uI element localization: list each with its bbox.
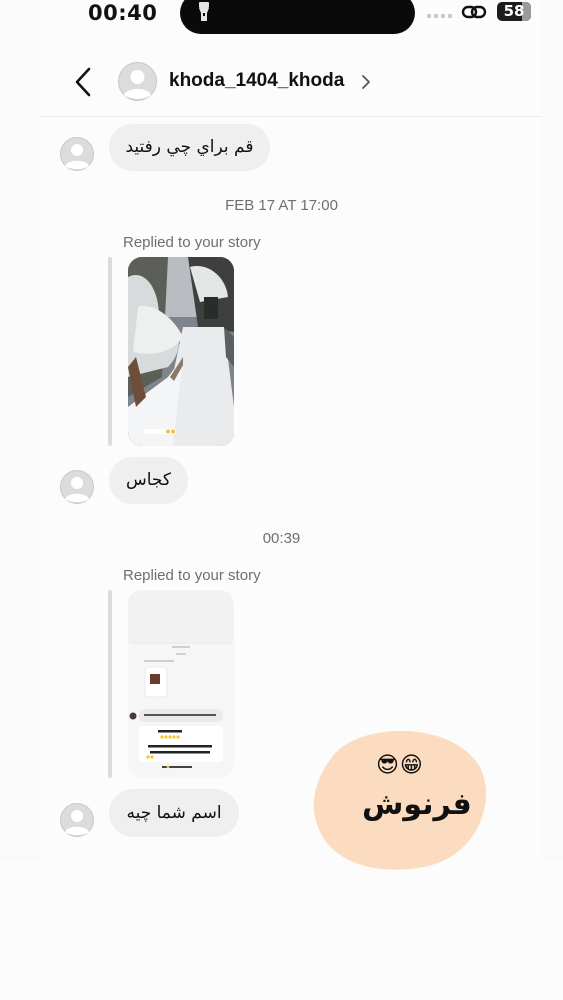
chat-screen: 00:40 58 khoda_1404_khoda قم براي چي رفت… <box>0 0 563 1000</box>
story-thumbnail[interactable] <box>128 257 234 446</box>
message-bubble[interactable]: كجاس <box>109 457 188 504</box>
back-arrow-icon[interactable] <box>72 66 94 98</box>
chevron-right-icon[interactable] <box>360 73 372 91</box>
dynamic-island <box>180 0 415 34</box>
sticker-text: فرنوش <box>362 787 472 822</box>
right-margin <box>542 0 563 860</box>
sender-avatar[interactable] <box>60 137 94 171</box>
link-icon <box>461 5 487 19</box>
message-bubble[interactable]: اسم شما چيه <box>109 789 239 837</box>
replied-to-story-label: Replied to your story <box>123 567 261 584</box>
header-divider <box>41 116 542 117</box>
sticker-emoji: 😎😁 <box>376 753 424 778</box>
sender-avatar[interactable] <box>60 803 94 837</box>
chat-username[interactable]: khoda_1404_khoda <box>169 70 344 92</box>
message-timestamp: 00:39 <box>262 530 301 547</box>
flashlight-icon <box>199 2 209 21</box>
status-time: 00:40 <box>88 1 158 25</box>
story-thumbnail[interactable] <box>128 590 234 778</box>
message-timestamp: FEB 17 AT 17:00 <box>225 197 338 214</box>
reply-indicator-bar <box>108 257 112 446</box>
message-bubble[interactable]: قم براي چي رفتيد <box>109 124 270 171</box>
reply-indicator-bar <box>108 590 112 778</box>
profile-avatar[interactable] <box>118 62 157 101</box>
signal-icon <box>427 14 452 18</box>
left-margin <box>0 0 41 860</box>
battery-indicator: 58 <box>497 2 531 21</box>
replied-to-story-label: Replied to your story <box>123 234 261 251</box>
sender-avatar[interactable] <box>60 470 94 504</box>
